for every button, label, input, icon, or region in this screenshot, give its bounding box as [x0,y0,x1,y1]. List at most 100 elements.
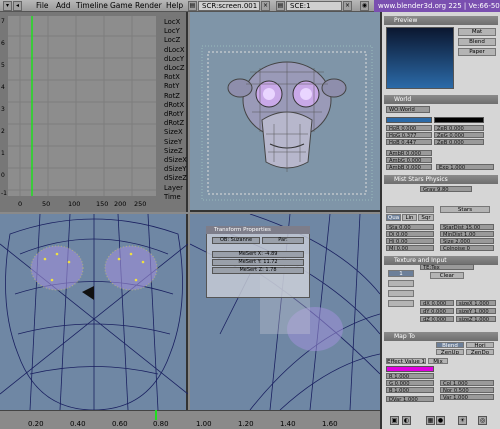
vertex-x-field[interactable]: MeSert X: -4.89 [212,251,304,258]
vertex-z-field[interactable]: MeSert Z: 1.78 [212,267,304,274]
size-x-field[interactable]: sizeX 1.000 [456,300,496,306]
world-icon[interactable]: ◐ [402,416,411,425]
texture-channel-1[interactable]: 1 [388,270,414,277]
size-z-field[interactable]: sizeZ 1.000 [456,316,496,322]
menu-help[interactable]: Help [166,1,183,11]
ipo-channel-rotz[interactable]: RotZ [164,92,180,101]
ambient-b-field[interactable]: AmbB 0.000 [386,164,432,170]
mist-lin-tab[interactable]: Lin [402,214,417,221]
world-panel-title[interactable]: World [384,95,498,104]
mapto-col-field[interactable]: Col 1.000 [440,380,494,386]
mist-sqr-tab[interactable]: Sqr [418,214,434,221]
effect-value-button[interactable]: Effect Value 1 [386,358,426,364]
scene-close-icon[interactable]: × [343,1,352,11]
material-icon[interactable]: ● [436,416,445,425]
preview-real-button[interactable]: Mat [458,28,496,36]
preview-panel-title[interactable]: Preview [384,16,498,25]
exposure-field[interactable]: Exp 1.000 [436,164,494,170]
screen-browse-icon[interactable]: ▤ [188,1,197,11]
mapto-b-field[interactable]: B 1.000 [386,387,434,393]
render-icon[interactable]: ▣ [390,416,399,425]
ipo-channel-dsizex[interactable]: dSizeX [164,156,187,165]
ambient-g-field[interactable]: AmbG 0.000 [386,157,432,163]
texture-channel-3[interactable] [388,290,414,297]
mapto-zendo-button[interactable]: ZenDo [466,349,494,355]
preview-paper-button[interactable]: Paper [458,48,496,56]
ipo-channel-sizey[interactable]: SizeY [164,138,182,147]
mapto-color-swatch[interactable] [386,366,434,372]
zenith-r-field[interactable]: ZeR 0.000 [434,125,484,131]
mist-panel-title[interactable]: Mist Stars Physics [384,175,498,184]
menu-render[interactable]: Render [135,1,162,11]
parent-field[interactable]: Par: [262,237,304,244]
ipo-channel-locz[interactable]: LocZ [164,36,180,45]
ipo-channel-locy[interactable]: LocY [164,27,180,36]
mapto-zenup-button[interactable]: ZenUp [436,349,464,355]
zenith-color-swatch[interactable] [434,117,484,123]
ipo-channel-time[interactable]: Time [164,193,181,202]
min-dist-field[interactable]: MinDist 1.00 [440,231,494,237]
mist-height-field[interactable]: Hi 0.00 [386,238,434,244]
world-name-field[interactable]: WO:World [386,106,430,113]
ipo-channel-drotx[interactable]: dRotX [164,101,184,110]
ipo-channel-dsizey[interactable]: dSizeY [164,165,186,174]
mist-qua-tab[interactable]: Qua [386,214,401,221]
ipo-channel-layer[interactable]: Layer [164,184,183,193]
object-name-field[interactable]: OB: Suzanne [212,237,260,244]
star-size-field[interactable]: Size 2.000 [440,238,494,244]
texture-channel-2[interactable] [388,280,414,287]
mist-toggle-button[interactable] [386,206,434,213]
stars-toggle-button[interactable]: Stars [440,206,490,213]
mist-intensity-field[interactable]: Mi 0.00 [386,245,434,251]
mix-dropdown[interactable]: Mix [428,358,448,364]
ipo-channel-sizez[interactable]: SizeZ [164,147,183,156]
ipo-channel-dlocx[interactable]: dLocX [164,46,185,55]
texture-clear-button[interactable]: Clear [430,272,464,279]
vertex-y-field[interactable]: MeSert Y: 11.72 [212,259,304,266]
scene-field[interactable]: SCE:1 [286,1,342,11]
scene-browse-icon[interactable]: ▤ [276,1,285,11]
mist-start-field[interactable]: Sta 0.00 [386,224,434,230]
offset-z-field[interactable]: dZ 0.000 [420,316,454,322]
mapto-blend-button[interactable]: Blend [436,342,464,348]
texture-name-field[interactable]: TE:Tex [420,264,474,270]
ipo-channel-roty[interactable]: RotY [164,82,179,91]
offset-y-field[interactable]: dY 0.000 [420,308,454,314]
ipo-channel-sizex[interactable]: SizeX [164,128,183,137]
horizon-b-field[interactable]: HoB 0.447 [386,139,432,145]
window-type-icon[interactable]: ▾ [3,1,12,11]
lamp-icon[interactable]: ☀ [458,416,467,425]
ipo-channel-locx[interactable]: LocX [164,18,180,27]
mapto-r-field[interactable]: R 1.000 [386,373,434,379]
zenith-g-field[interactable]: ZeG 0.000 [434,132,484,138]
menu-game[interactable]: Game [110,1,132,11]
colnoise-field[interactable]: Colnoise 0 [440,245,494,251]
offset-x-field[interactable]: dX 0.000 [420,300,454,306]
menu-add[interactable]: Add [56,1,71,11]
menu-timeline[interactable]: Timeline [76,1,108,11]
ambient-r-field[interactable]: AmbR 0.000 [386,150,432,156]
horizon-color-swatch[interactable] [386,117,432,123]
horizon-g-field[interactable]: HoG 0.377 [386,132,432,138]
preview-blend-button[interactable]: Blend [458,38,496,46]
collapse-icon[interactable]: ◂ [13,1,22,11]
ipo-channel-dsizez[interactable]: dSizeZ [164,174,187,183]
zenith-b-field[interactable]: ZeB 0.000 [434,139,484,145]
horizon-r-field[interactable]: HoR 0.000 [386,125,432,131]
menu-file[interactable]: File [36,1,49,11]
mapto-panel-title[interactable]: Map To [384,332,498,341]
gravity-field[interactable]: Grav 9.80 [420,186,472,192]
mist-dist-field[interactable]: Di 0.00 [386,231,434,237]
size-y-field[interactable]: sizeY 1.000 [456,308,496,314]
mapto-var-field[interactable]: Var 1.000 [440,394,494,400]
ipo-channel-rotx[interactable]: RotX [164,73,180,82]
ipo-channel-drotz[interactable]: dRotZ [164,119,184,128]
mapto-hori-button[interactable]: Hori [466,342,494,348]
star-dist-field[interactable]: StarDist 15.00 [440,224,494,230]
mapto-g-field[interactable]: G 0.000 [386,380,434,386]
screen-field[interactable]: SCR:screen.001 [198,1,260,11]
ipo-channel-dlocy[interactable]: dLocY [164,55,184,64]
screen-close-icon[interactable]: × [261,1,270,11]
ipo-graph[interactable] [0,12,160,212]
camera-icon[interactable]: ◎ [478,416,487,425]
